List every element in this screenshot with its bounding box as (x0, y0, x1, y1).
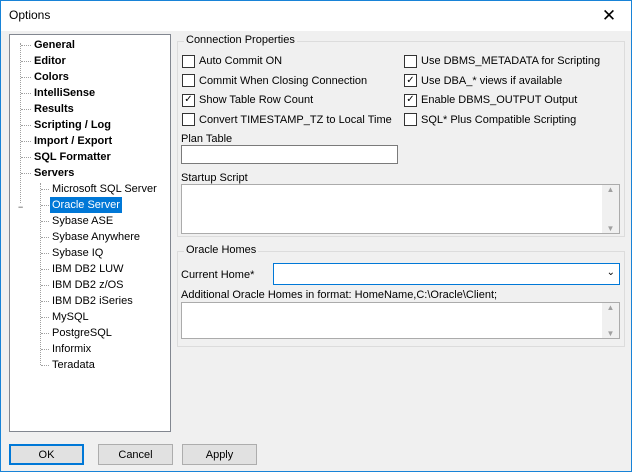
checkbox-label: Commit When Closing Connection (199, 74, 368, 87)
tree-item-postgresql[interactable]: PostgreSQL (50, 325, 114, 341)
tree-item-servers[interactable]: Servers (32, 165, 76, 181)
checkbox-sql-plus-compatible-scripting[interactable]: SQL* Plus Compatible Scripting (404, 113, 576, 127)
options-tree[interactable]: − General Editor Colors IntelliSense Results… (9, 34, 171, 432)
tree-item-colors[interactable]: Colors (32, 69, 71, 85)
checkbox-label: SQL* Plus Compatible Scripting (421, 113, 577, 126)
checkbox-label: Use DBA_* views if available (421, 74, 563, 87)
tree-item-sybase-iq[interactable]: Sybase IQ (50, 245, 105, 261)
checkbox-label: Show Table Row Count (199, 94, 314, 106)
title-bar[interactable]: Options ✕ (1, 1, 631, 31)
checkbox-label: Use DBMS_METADATA for Scripting (421, 55, 601, 67)
scroll-up-icon[interactable]: ▲ (607, 185, 615, 194)
tree-item-ibm-db2-luw[interactable]: IBM DB2 LUW (50, 261, 126, 277)
tree-item-editor[interactable]: Editor (32, 53, 68, 69)
tree-line (41, 333, 49, 334)
checkbox-commit-when-closing-connection[interactable]: Commit When Closing Connection (182, 74, 367, 88)
tree-line (41, 189, 49, 190)
checkbox-enable-dbms-output-output[interactable]: ✓ Enable DBMS_OUTPUT Output (404, 93, 577, 107)
scroll-down-icon[interactable]: ▼ (607, 224, 615, 233)
additional-homes-label: Additional Oracle Homes in format: HomeN… (181, 289, 498, 301)
tree-item-sql-formatter[interactable]: SQL Formatter (32, 149, 113, 165)
tree-item-intellisense[interactable]: IntelliSense (32, 85, 97, 101)
tree-item-scripting-log[interactable]: Scripting / Log (32, 117, 113, 133)
tree-item-oracle-server[interactable]: Oracle Server (50, 197, 122, 213)
tree-line (21, 173, 31, 174)
startup-script-textarea[interactable]: ▲ ▼ (181, 184, 620, 234)
tree-item-general[interactable]: General (32, 37, 77, 53)
collapse-icon[interactable]: − (18, 202, 23, 212)
checkmark-icon[interactable]: ✓ (182, 93, 195, 107)
checkbox-label: Convert TIMESTAMP_TZ to Local Time (199, 113, 392, 126)
checkbox-convert-timestamp-tz-to-local-time[interactable]: Convert TIMESTAMP_TZ to Local Time (182, 113, 392, 127)
tree-item-teradata[interactable]: Teradata (50, 357, 97, 373)
tree-line (41, 365, 49, 366)
tree-line (21, 93, 31, 94)
current-home-combo[interactable]: ⌄ (273, 263, 620, 285)
tree-line (20, 43, 21, 203)
checkbox-show-table-row-count[interactable]: ✓ Show Table Row Count (182, 93, 313, 107)
tree-item-results[interactable]: Results (32, 101, 76, 117)
ok-button[interactable]: OK (9, 444, 84, 465)
oracle-homes-legend: Oracle Homes (184, 244, 259, 256)
tree-line (41, 301, 49, 302)
current-home-label: Current Home* (181, 269, 255, 281)
checkbox-box[interactable] (182, 74, 195, 87)
checkmark-icon[interactable]: ✓ (404, 93, 417, 107)
tree-item-sybase-ase[interactable]: Sybase ASE (50, 213, 115, 229)
checkbox-box[interactable] (404, 54, 417, 68)
checkbox-box[interactable] (404, 113, 417, 126)
checkbox-box[interactable] (182, 54, 195, 68)
tree-line (21, 61, 31, 62)
checkbox-box[interactable] (182, 113, 195, 126)
checkbox-use-dbms-metadata-for-scripting[interactable]: Use DBMS_METADATA for Scripting (404, 54, 600, 68)
tree-line (41, 221, 49, 222)
additional-homes-textarea[interactable]: ▲ ▼ (181, 302, 620, 339)
checkmark-icon[interactable]: ✓ (404, 74, 417, 87)
tree-line (41, 205, 49, 206)
tree-item-mysql[interactable]: MySQL (50, 309, 91, 325)
options-dialog: Options ✕ − General Editor Colors IntelliSe… (0, 0, 632, 472)
tree-line (41, 349, 49, 350)
connection-properties-legend: Connection Properties (184, 34, 297, 46)
checkbox-label: Auto Commit ON (199, 55, 283, 67)
tree-line (21, 125, 31, 126)
startup-script-label: Startup Script (181, 172, 248, 184)
tree-line (40, 183, 41, 365)
tree-line (21, 45, 31, 46)
checkbox-auto-commit-on[interactable]: Auto Commit ON (182, 54, 282, 68)
scroll-down-icon[interactable]: ▼ (607, 329, 615, 338)
apply-button[interactable]: Apply (182, 444, 257, 465)
tree-item-sybase-anywhere[interactable]: Sybase Anywhere (50, 229, 142, 245)
tree-line (21, 157, 31, 158)
cancel-button[interactable]: Cancel (98, 444, 173, 465)
plan-table-input[interactable] (181, 145, 398, 164)
tree-item-ibm-db2-z-os[interactable]: IBM DB2 z/OS (50, 277, 126, 293)
close-icon[interactable]: ✕ (587, 1, 631, 31)
tree-line (41, 237, 49, 238)
tree-item-ibm-db2-iseries[interactable]: IBM DB2 iSeries (50, 293, 135, 309)
checkbox-label: Enable DBMS_OUTPUT Output (421, 94, 578, 106)
startup-script-scrollbar[interactable]: ▲ ▼ (602, 185, 619, 233)
plan-table-label: Plan Table (181, 133, 233, 145)
tree-line (41, 285, 49, 286)
window-title: Options (9, 8, 51, 22)
tree-line (21, 77, 31, 78)
tree-item-import-export[interactable]: Import / Export (32, 133, 114, 149)
tree-item-informix[interactable]: Informix (50, 341, 93, 357)
additional-homes-scrollbar[interactable]: ▲ ▼ (602, 303, 619, 338)
tree-line (41, 253, 49, 254)
checkbox-use-dba-views-if-available[interactable]: ✓ Use DBA_* views if available (404, 74, 562, 88)
scroll-up-icon[interactable]: ▲ (607, 303, 615, 312)
tree-line (21, 141, 31, 142)
tree-line (41, 269, 49, 270)
tree-line (21, 109, 31, 110)
tree-line (41, 317, 49, 318)
chevron-down-icon[interactable]: ⌄ (607, 267, 615, 278)
tree-item-microsoft-sql-server[interactable]: Microsoft SQL Server (50, 181, 159, 197)
